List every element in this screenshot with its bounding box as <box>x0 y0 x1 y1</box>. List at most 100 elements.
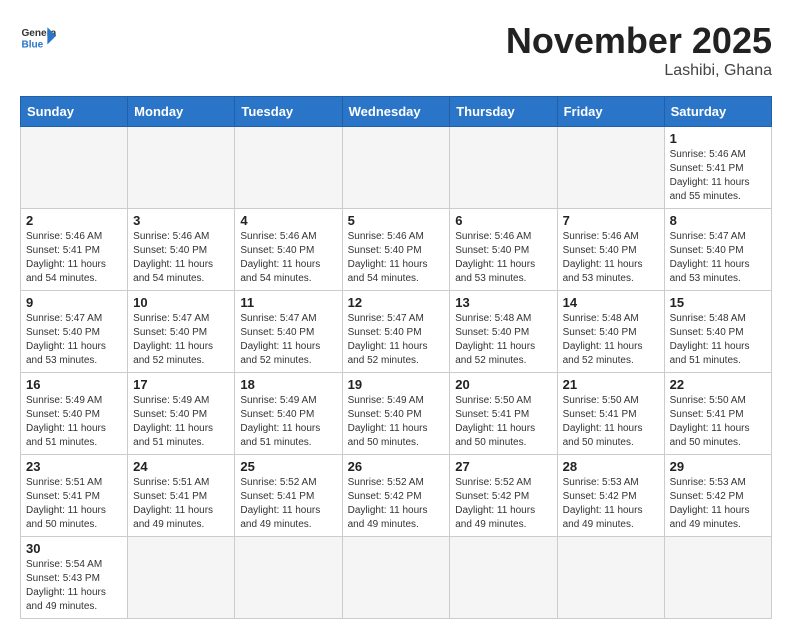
table-row: 17 Sunrise: 5:49 AMSunset: 5:40 PMDaylig… <box>128 373 235 455</box>
table-row: 26 Sunrise: 5:52 AMSunset: 5:42 PMDaylig… <box>342 455 450 537</box>
empty-cell <box>450 127 557 209</box>
table-row: 2 Sunrise: 5:46 AMSunset: 5:41 PMDayligh… <box>21 209 128 291</box>
day-number: 29 <box>670 459 766 474</box>
table-row: 12 Sunrise: 5:47 AMSunset: 5:40 PMDaylig… <box>342 291 450 373</box>
day-info: Sunrise: 5:47 AMSunset: 5:40 PMDaylight:… <box>348 312 445 368</box>
empty-cell <box>235 537 342 619</box>
day-info: Sunrise: 5:48 AMSunset: 5:40 PMDaylight:… <box>455 312 551 368</box>
table-row: 25 Sunrise: 5:52 AMSunset: 5:41 PMDaylig… <box>235 455 342 537</box>
table-row: 16 Sunrise: 5:49 AMSunset: 5:40 PMDaylig… <box>21 373 128 455</box>
table-row: 19 Sunrise: 5:49 AMSunset: 5:40 PMDaylig… <box>342 373 450 455</box>
day-info: Sunrise: 5:49 AMSunset: 5:40 PMDaylight:… <box>348 394 445 450</box>
day-number: 22 <box>670 377 766 392</box>
day-number: 19 <box>348 377 445 392</box>
empty-cell <box>557 537 664 619</box>
table-row: 27 Sunrise: 5:52 AMSunset: 5:42 PMDaylig… <box>450 455 557 537</box>
month-title: November 2025 <box>506 20 772 62</box>
table-row: 13 Sunrise: 5:48 AMSunset: 5:40 PMDaylig… <box>450 291 557 373</box>
table-row: 6 Sunrise: 5:46 AMSunset: 5:40 PMDayligh… <box>450 209 557 291</box>
empty-cell <box>664 537 771 619</box>
day-number: 18 <box>240 377 336 392</box>
empty-cell <box>557 127 664 209</box>
day-number: 8 <box>670 213 766 228</box>
day-info: Sunrise: 5:46 AMSunset: 5:40 PMDaylight:… <box>348 230 445 286</box>
table-row: 10 Sunrise: 5:47 AMSunset: 5:40 PMDaylig… <box>128 291 235 373</box>
day-info: Sunrise: 5:49 AMSunset: 5:40 PMDaylight:… <box>240 394 336 450</box>
day-number: 16 <box>26 377 122 392</box>
day-info: Sunrise: 5:51 AMSunset: 5:41 PMDaylight:… <box>26 476 122 532</box>
header-friday: Friday <box>557 97 664 127</box>
day-number: 1 <box>670 131 766 146</box>
day-info: Sunrise: 5:53 AMSunset: 5:42 PMDaylight:… <box>563 476 659 532</box>
table-row: 1 Sunrise: 5:46 AMSunset: 5:41 PMDayligh… <box>664 127 771 209</box>
location: Lashibi, Ghana <box>506 62 772 80</box>
empty-cell <box>450 537 557 619</box>
day-info: Sunrise: 5:48 AMSunset: 5:40 PMDaylight:… <box>670 312 766 368</box>
table-row: 23 Sunrise: 5:51 AMSunset: 5:41 PMDaylig… <box>21 455 128 537</box>
day-number: 27 <box>455 459 551 474</box>
page-header: General Blue November 2025 Lashibi, Ghan… <box>20 20 772 80</box>
day-info: Sunrise: 5:49 AMSunset: 5:40 PMDaylight:… <box>133 394 229 450</box>
day-info: Sunrise: 5:54 AMSunset: 5:43 PMDaylight:… <box>26 558 122 614</box>
calendar-table: Sunday Monday Tuesday Wednesday Thursday… <box>20 96 772 619</box>
day-info: Sunrise: 5:46 AMSunset: 5:41 PMDaylight:… <box>26 230 122 286</box>
table-row: 30 Sunrise: 5:54 AMSunset: 5:43 PMDaylig… <box>21 537 128 619</box>
table-row: 15 Sunrise: 5:48 AMSunset: 5:40 PMDaylig… <box>664 291 771 373</box>
empty-cell <box>128 537 235 619</box>
day-number: 12 <box>348 295 445 310</box>
day-number: 24 <box>133 459 229 474</box>
day-number: 30 <box>26 541 122 556</box>
title-area: November 2025 Lashibi, Ghana <box>506 20 772 80</box>
table-row: 5 Sunrise: 5:46 AMSunset: 5:40 PMDayligh… <box>342 209 450 291</box>
day-number: 20 <box>455 377 551 392</box>
day-number: 21 <box>563 377 659 392</box>
header-saturday: Saturday <box>664 97 771 127</box>
day-number: 23 <box>26 459 122 474</box>
day-number: 4 <box>240 213 336 228</box>
day-info: Sunrise: 5:50 AMSunset: 5:41 PMDaylight:… <box>670 394 766 450</box>
header-tuesday: Tuesday <box>235 97 342 127</box>
day-info: Sunrise: 5:49 AMSunset: 5:40 PMDaylight:… <box>26 394 122 450</box>
day-info: Sunrise: 5:52 AMSunset: 5:42 PMDaylight:… <box>455 476 551 532</box>
table-row: 7 Sunrise: 5:46 AMSunset: 5:40 PMDayligh… <box>557 209 664 291</box>
day-info: Sunrise: 5:51 AMSunset: 5:41 PMDaylight:… <box>133 476 229 532</box>
empty-cell <box>235 127 342 209</box>
empty-cell <box>21 127 128 209</box>
day-number: 6 <box>455 213 551 228</box>
day-info: Sunrise: 5:46 AMSunset: 5:40 PMDaylight:… <box>563 230 659 286</box>
day-info: Sunrise: 5:50 AMSunset: 5:41 PMDaylight:… <box>563 394 659 450</box>
day-number: 25 <box>240 459 336 474</box>
day-info: Sunrise: 5:52 AMSunset: 5:42 PMDaylight:… <box>348 476 445 532</box>
day-number: 10 <box>133 295 229 310</box>
day-info: Sunrise: 5:47 AMSunset: 5:40 PMDaylight:… <box>26 312 122 368</box>
table-row: 22 Sunrise: 5:50 AMSunset: 5:41 PMDaylig… <box>664 373 771 455</box>
day-info: Sunrise: 5:47 AMSunset: 5:40 PMDaylight:… <box>670 230 766 286</box>
day-number: 17 <box>133 377 229 392</box>
table-row: 28 Sunrise: 5:53 AMSunset: 5:42 PMDaylig… <box>557 455 664 537</box>
table-row: 29 Sunrise: 5:53 AMSunset: 5:42 PMDaylig… <box>664 455 771 537</box>
day-info: Sunrise: 5:46 AMSunset: 5:40 PMDaylight:… <box>133 230 229 286</box>
header-wednesday: Wednesday <box>342 97 450 127</box>
table-row: 20 Sunrise: 5:50 AMSunset: 5:41 PMDaylig… <box>450 373 557 455</box>
day-number: 13 <box>455 295 551 310</box>
day-number: 15 <box>670 295 766 310</box>
table-row: 14 Sunrise: 5:48 AMSunset: 5:40 PMDaylig… <box>557 291 664 373</box>
table-row: 18 Sunrise: 5:49 AMSunset: 5:40 PMDaylig… <box>235 373 342 455</box>
day-number: 28 <box>563 459 659 474</box>
day-info: Sunrise: 5:53 AMSunset: 5:42 PMDaylight:… <box>670 476 766 532</box>
day-number: 14 <box>563 295 659 310</box>
day-info: Sunrise: 5:50 AMSunset: 5:41 PMDaylight:… <box>455 394 551 450</box>
day-number: 9 <box>26 295 122 310</box>
empty-cell <box>128 127 235 209</box>
table-row: 9 Sunrise: 5:47 AMSunset: 5:40 PMDayligh… <box>21 291 128 373</box>
day-info: Sunrise: 5:46 AMSunset: 5:40 PMDaylight:… <box>240 230 336 286</box>
day-number: 2 <box>26 213 122 228</box>
logo: General Blue <box>20 20 56 56</box>
table-row: 3 Sunrise: 5:46 AMSunset: 5:40 PMDayligh… <box>128 209 235 291</box>
empty-cell <box>342 127 450 209</box>
table-row: 4 Sunrise: 5:46 AMSunset: 5:40 PMDayligh… <box>235 209 342 291</box>
header-thursday: Thursday <box>450 97 557 127</box>
day-number: 5 <box>348 213 445 228</box>
logo-icon: General Blue <box>20 20 56 56</box>
day-info: Sunrise: 5:52 AMSunset: 5:41 PMDaylight:… <box>240 476 336 532</box>
